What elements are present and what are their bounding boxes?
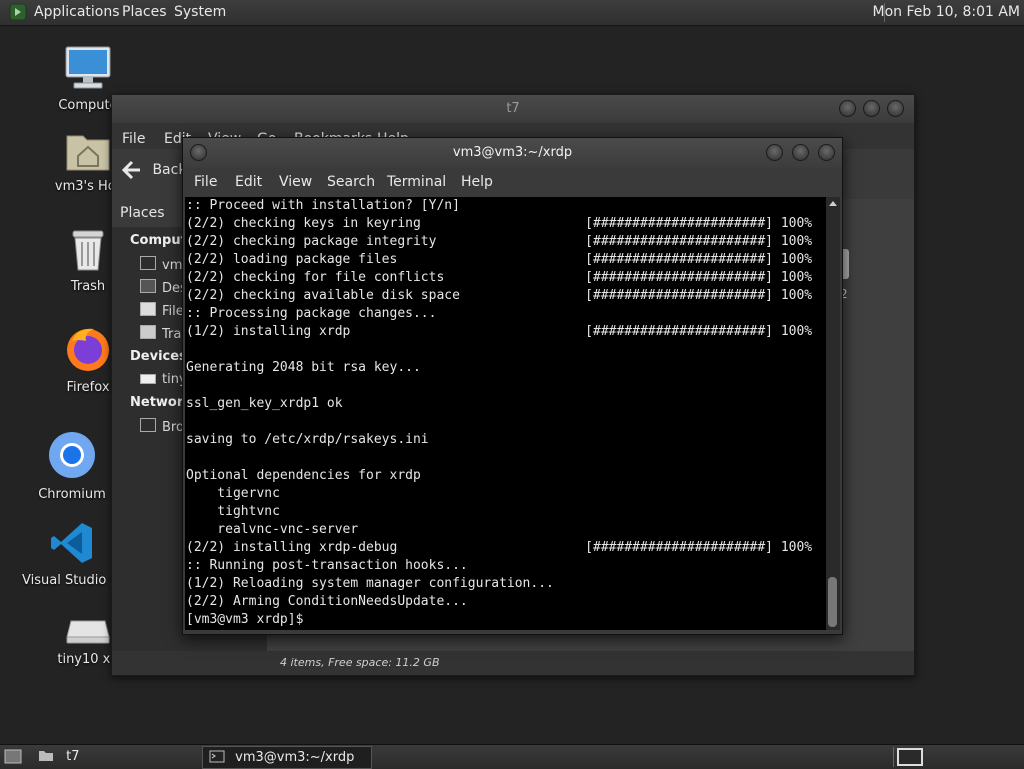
file-manager-titlebar[interactable]: t7 (112, 95, 914, 123)
applications-menu[interactable]: Applications (34, 4, 120, 20)
chromium-icon (49, 432, 95, 478)
terminal-line: (2/2) checking package integrity [######… (186, 234, 813, 249)
taskbar-item-label: vm3@vm3:~/xrdp (235, 750, 355, 765)
taskbar-item-label: t7 (66, 749, 80, 764)
network-icon (140, 418, 156, 432)
home-icon (140, 256, 156, 270)
arrow-left-icon (121, 160, 140, 180)
desktop-icon-label: Visual Studio Co (22, 573, 128, 588)
distro-logo-icon[interactable] (9, 3, 27, 21)
terminal-titlebar[interactable]: vm3@vm3:~/xrdp (183, 138, 842, 168)
trash-icon (140, 325, 156, 339)
menu-view[interactable]: View (279, 174, 312, 190)
terminal-line: tigervnc (186, 486, 280, 501)
sidebar-item-desktop[interactable]: Des (140, 279, 187, 296)
terminal-scrollbar[interactable] (826, 197, 840, 630)
menu-terminal[interactable]: Terminal (387, 174, 446, 190)
window-menu-button[interactable] (190, 144, 207, 161)
trash-icon (72, 230, 104, 271)
terminal-line: (2/2) installing xrdp-debug [###########… (186, 540, 813, 555)
maximize-button[interactable] (863, 100, 880, 117)
sidebar-item-trash[interactable]: Tra (140, 325, 181, 342)
file-manager-statusbar: 4 items, Free space: 11.2 GB (112, 651, 914, 675)
panel-separator (893, 747, 894, 767)
desktop-icon-label: Chromium (38, 487, 106, 502)
terminal-line: realvnc-vnc-server (186, 522, 359, 537)
terminal-line: tightvnc (186, 504, 280, 519)
menu-file[interactable]: File (122, 131, 145, 147)
workspace-switcher-icon[interactable] (897, 748, 923, 766)
terminal-line: (1/2) Reloading system manager configura… (186, 576, 554, 591)
minimize-button[interactable] (839, 100, 856, 117)
terminal-line: :: Running post-transaction hooks... (186, 558, 468, 573)
back-button[interactable]: Back (120, 159, 186, 181)
terminal-line: (2/2) checking keys in keyring [########… (186, 216, 813, 231)
sidebar-item-browse-network[interactable]: Bro (140, 418, 184, 435)
close-button[interactable] (887, 100, 904, 117)
window-title: vm3@vm3:~/xrdp (452, 145, 573, 160)
terminal-line: (2/2) Arming ConditionNeedsUpdate... (186, 594, 468, 609)
places-menu[interactable]: Places (122, 4, 167, 20)
window-title: t7 (506, 101, 520, 116)
terminal-line: (2/2) loading package files [###########… (186, 252, 813, 267)
terminal-line: Optional dependencies for xrdp (186, 468, 421, 483)
terminal-line: :: Proceed with installation? [Y/n] (186, 198, 460, 213)
vscode-icon (51, 523, 92, 563)
terminal-icon (209, 750, 225, 763)
menu-edit[interactable]: Edit (235, 174, 262, 190)
filesystem-icon (140, 302, 156, 316)
drive-icon (66, 620, 110, 644)
minimize-button[interactable] (766, 144, 783, 161)
sidebar-item-filesystem[interactable]: File (140, 302, 184, 319)
terminal-window[interactable]: vm3@vm3:~/xrdp File Edit View Search Ter… (182, 137, 843, 635)
desktop-icon-chromium[interactable]: Chromium (22, 430, 122, 502)
taskbar-item-file-manager[interactable]: t7 (30, 746, 198, 767)
desktop-icon (140, 279, 156, 293)
places-label: Places (120, 205, 165, 221)
clock[interactable]: Mon Feb 10, 8:01 AM (873, 4, 1020, 20)
menu-help[interactable]: Help (461, 174, 493, 190)
folder-icon (39, 751, 53, 761)
terminal-menubar: File Edit View Search Terminal Help (183, 168, 842, 196)
terminal-line: saving to /etc/xrdp/rsakeys.ini (186, 432, 429, 447)
sidebar-item-drive[interactable]: tiny (140, 372, 187, 387)
sidebar-heading-devices: Devices (130, 349, 187, 364)
show-desktop-icon[interactable] (4, 749, 22, 764)
menu-search[interactable]: Search (327, 174, 375, 190)
maximize-button[interactable] (792, 144, 809, 161)
terminal-line: :: Processing package changes... (186, 306, 437, 321)
terminal-line: [vm3@vm3 xrdp]$ (186, 612, 312, 627)
system-menu[interactable]: System (174, 4, 226, 20)
computer-icon (65, 46, 111, 89)
desktop-icon-vscode[interactable]: Visual Studio Co (22, 520, 128, 588)
drive-icon (140, 374, 156, 384)
bottom-panel: t7 vm3@vm3:~/xrdp (0, 744, 1024, 769)
scrollbar-thumb[interactable] (828, 577, 837, 627)
terminal-output[interactable]: :: Proceed with installation? [Y/n](2/2)… (185, 197, 826, 630)
terminal-line: (1/2) installing xrdp [#################… (186, 324, 813, 339)
terminal-line: (2/2) checking for file conflicts [#####… (186, 270, 813, 285)
close-button[interactable] (818, 144, 835, 161)
terminal-line: (2/2) checking available disk space [###… (186, 288, 813, 303)
menu-file[interactable]: File (194, 174, 217, 190)
taskbar-item-terminal[interactable]: vm3@vm3:~/xrdp (202, 746, 372, 769)
terminal-line: ssl_gen_key_xrdp1 ok (186, 396, 343, 411)
top-panel: Applications Places System Mon Feb 10, 8… (0, 0, 1024, 26)
terminal-line: Generating 2048 bit rsa key... (186, 360, 421, 375)
status-text: 4 items, Free space: 11.2 GB (280, 656, 440, 669)
scroll-up-icon[interactable] (828, 199, 838, 207)
firefox-icon (67, 328, 109, 371)
home-folder-icon (66, 135, 110, 171)
